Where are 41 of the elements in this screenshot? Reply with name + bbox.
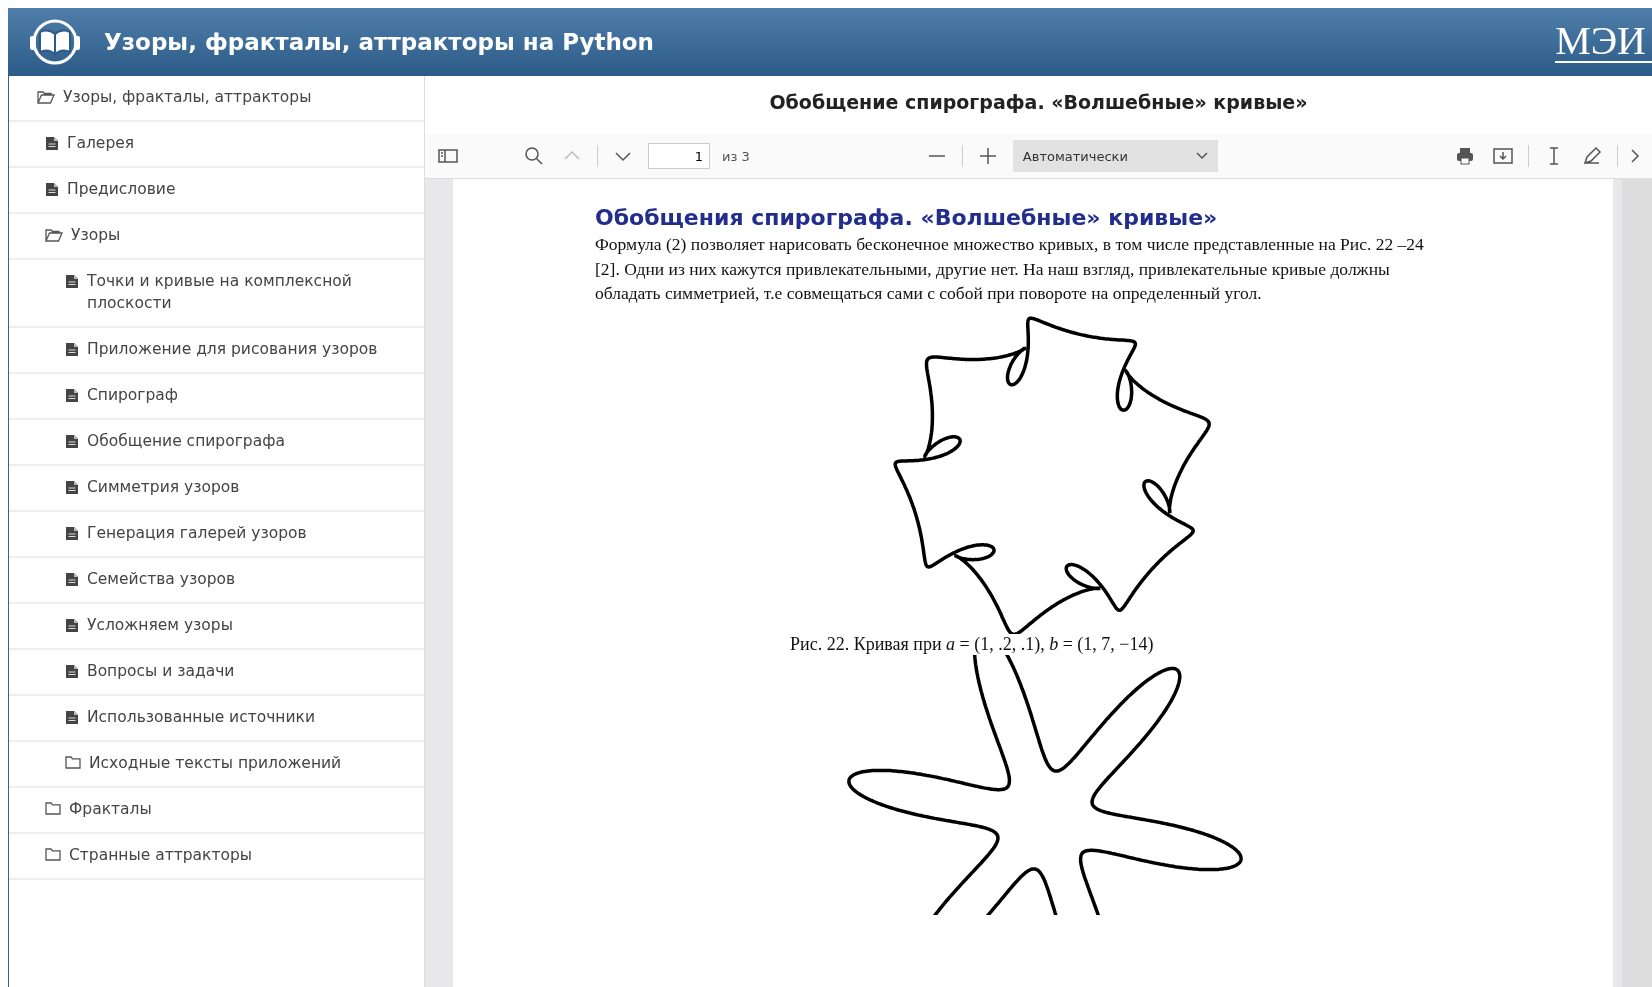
page-count: из 3 <box>722 148 750 164</box>
document-heading: Обобщения спирографа. «Волшебные» кривые» <box>595 205 1219 230</box>
document-icon <box>45 182 59 197</box>
tree-item[interactable]: Предисловие <box>9 168 424 214</box>
tree-item[interactable]: Галерея <box>9 122 424 168</box>
tree-item[interactable]: Усложняем узоры <box>9 604 424 650</box>
document-icon <box>65 480 79 495</box>
page-title: Обобщение спирографа. «Волшебные» кривые» <box>768 90 1309 115</box>
app-title: Узоры, фракталы, аттракторы на Python <box>104 29 655 55</box>
tree-item[interactable]: Вопросы и задачи <box>9 650 424 696</box>
tree-item[interactable]: Обобщение спирографа <box>9 420 424 466</box>
tree-item[interactable]: Генерация галерей узоров <box>9 512 424 558</box>
page-number-field[interactable]: 1 <box>648 143 710 169</box>
figure-caption: Рис. 22. Кривая при a = (1, .2, .1), b = (1, 7, −14) <box>790 633 1155 655</box>
tree-item[interactable]: Семейства узоров <box>9 558 424 604</box>
tree-item[interactable]: Узоры <box>9 214 424 260</box>
tree-item[interactable]: Странные аттракторы <box>9 834 424 880</box>
tree-item[interactable]: Спирограф <box>9 374 424 420</box>
tree-item[interactable]: Исходные тексты приложений <box>9 742 424 788</box>
document-icon <box>65 274 79 289</box>
document-icon <box>65 434 79 449</box>
tree-item[interactable]: Точки и кривые на комплексной плоскости <box>9 260 424 328</box>
tree-item[interactable]: Симметрия узоров <box>9 466 424 512</box>
tree-item[interactable]: Узоры, фракталы, аттракторы <box>9 76 424 122</box>
document-icon <box>65 664 79 679</box>
document-icon <box>65 342 79 357</box>
tree-item[interactable]: Использованные источники <box>9 696 424 742</box>
document-icon <box>65 388 79 403</box>
book-globe-icon <box>28 18 82 66</box>
document-icon <box>65 526 79 541</box>
tree-item[interactable]: Приложение для рисования узоров <box>9 328 424 374</box>
document-paragraph: Формула (2) позволяет нарисовать бесконечное множество кривых, в том числе представленные на Рис. 22 –24 [2]. Одни из них кажутся привлекательными, другие нет. На наш взгляд, привлекательные кривые должны обладать симметрией, т.е совмещаться сами с собой при повороте на определенный угол. <box>595 233 1425 305</box>
document-icon <box>65 572 79 587</box>
document-icon <box>45 136 59 151</box>
document-icon <box>65 710 79 725</box>
caret-icon <box>1195 152 1208 160</box>
zoom-select[interactable]: Автоматически <box>1012 140 1218 172</box>
document-icon <box>65 618 79 633</box>
logo: МЭИ <box>1555 21 1652 63</box>
tree-item[interactable]: Фракталы <box>9 788 424 834</box>
scrollbar[interactable] <box>1622 179 1652 987</box>
